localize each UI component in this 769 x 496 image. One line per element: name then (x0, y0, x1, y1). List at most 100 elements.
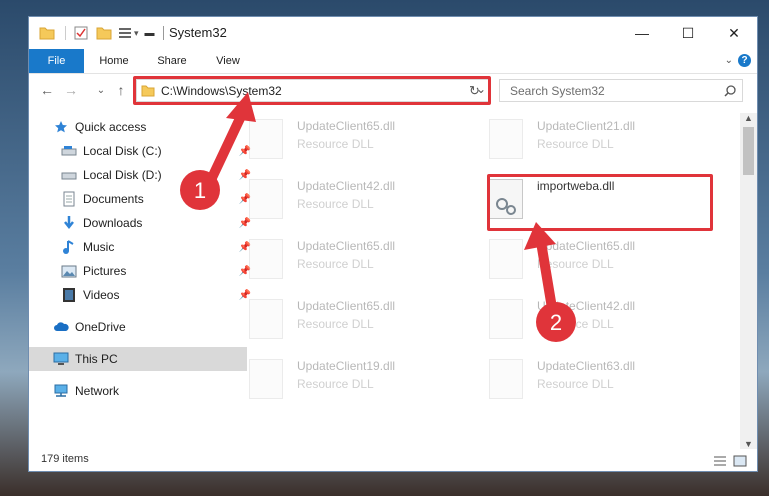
sidebar-item-videos[interactable]: Videos 📌 (29, 283, 255, 307)
dll-file-icon (249, 239, 283, 279)
title-bar: ▾ ▬ System32 — ☐ ✕ (29, 17, 757, 49)
file-item[interactable]: UpdateClient65.dll Resource DLL (489, 235, 709, 287)
file-item[interactable]: UpdateClient65.dll Resource DLL (249, 295, 469, 347)
sidebar-item-local-disk-d[interactable]: Local Disk (D:) 📌 (29, 163, 255, 187)
file-type: Resource DLL (537, 257, 614, 271)
details-view-icon[interactable] (713, 455, 727, 467)
quick-access-toolbar: ▾ ▬ (39, 24, 164, 42)
divider (162, 26, 164, 40)
cloud-icon (53, 319, 69, 335)
scroll-up-icon[interactable]: ▲ (744, 113, 753, 123)
file-list: UpdateClient65.dll Resource DLL UpdateCl… (249, 113, 739, 443)
file-item[interactable]: UpdateClient65.dll Resource DLL (249, 235, 469, 287)
star-icon (53, 119, 69, 135)
customize-qa-icon[interactable]: ▬ (145, 28, 155, 39)
sidebar-item-music[interactable]: Music 📌 (29, 235, 255, 259)
sidebar-item-label: Network (75, 384, 120, 398)
sidebar-item-label: Local Disk (C:) (83, 144, 162, 158)
file-name: UpdateClient42.dll (537, 299, 636, 313)
sidebar-item-label: Music (83, 240, 115, 254)
divider (55, 26, 66, 40)
ribbon-tabs: File Home Share View ⌄ ? (29, 49, 757, 74)
vertical-scrollbar[interactable]: ▲ ▼ (740, 113, 757, 449)
expand-ribbon-icon[interactable]: ⌄ (725, 55, 733, 66)
file-name: UpdateClient42.dll (297, 179, 396, 193)
computer-icon (53, 351, 69, 367)
file-name: UpdateClient21.dll (537, 119, 636, 133)
sidebar-item-onedrive[interactable]: OneDrive (29, 315, 247, 339)
pictures-icon (61, 263, 77, 279)
file-type: Resource DLL (537, 137, 614, 151)
forward-button[interactable]: → (61, 80, 81, 100)
file-type: Resource DLL (297, 257, 374, 271)
dll-file-icon (489, 239, 523, 279)
dll-file-icon (489, 299, 523, 339)
file-name: UpdateClient65.dll (297, 299, 396, 313)
network-icon (53, 383, 69, 399)
dll-file-icon (249, 119, 283, 159)
scroll-down-icon[interactable]: ▼ (744, 439, 753, 449)
file-item[interactable]: UpdateClient42.dll Resource DLL (249, 175, 469, 227)
search-icon[interactable] (724, 85, 736, 97)
file-highlight (487, 174, 713, 231)
sidebar-item-label: Downloads (83, 216, 143, 230)
sidebar-item-label: Local Disk (D:) (83, 168, 162, 182)
file-item[interactable]: UpdateClient63.dll Resource DLL (489, 355, 709, 407)
sidebar-item-this-pc[interactable]: This PC (29, 347, 247, 371)
properties-icon[interactable] (74, 26, 88, 40)
file-name: UpdateClient65.dll (297, 119, 396, 133)
sidebar-item-documents[interactable]: Documents 📌 (29, 187, 255, 211)
tab-share[interactable]: Share (149, 49, 195, 73)
sidebar-item-network[interactable]: Network (29, 379, 247, 403)
sidebar-item-label: OneDrive (75, 320, 126, 334)
item-count: 179 items (41, 453, 89, 465)
dll-file-icon (249, 299, 283, 339)
folder-icon[interactable] (39, 26, 55, 40)
drive-icon (61, 143, 77, 159)
file-item[interactable]: UpdateClient19.dll Resource DLL (249, 355, 469, 407)
status-bar: 179 items (29, 449, 757, 471)
dll-file-icon (249, 359, 283, 399)
tab-file[interactable]: File (29, 49, 84, 73)
file-name: UpdateClient19.dll (297, 359, 396, 373)
maximize-button[interactable]: ☐ (665, 17, 711, 49)
sidebar-item-label: This PC (75, 352, 118, 366)
tab-view[interactable]: View (205, 49, 251, 73)
file-type: Resource DLL (297, 137, 374, 151)
search-box[interactable]: Search System32 (499, 79, 743, 102)
tab-home[interactable]: Home (91, 49, 137, 73)
dll-file-icon (249, 179, 283, 219)
sidebar-item-quick-access[interactable]: Quick access (29, 115, 247, 139)
sidebar-item-label: Quick access (75, 120, 147, 134)
view-options-icon[interactable] (118, 26, 132, 40)
file-type: Resource DLL (297, 197, 374, 211)
scroll-thumb[interactable] (743, 127, 754, 175)
sidebar-item-local-disk-c[interactable]: Local Disk (C:) 📌 (29, 139, 255, 163)
explorer-window: ▾ ▬ System32 — ☐ ✕ File Home Share View … (28, 16, 758, 472)
file-name: UpdateClient65.dll (297, 239, 396, 253)
file-type: Resource DLL (297, 377, 374, 391)
qa-dropdown-icon[interactable]: ▾ (134, 28, 139, 39)
help-icon[interactable]: ? (738, 54, 751, 67)
sidebar-item-label: Documents (83, 192, 144, 206)
sidebar-item-downloads[interactable]: Downloads 📌 (29, 211, 255, 235)
file-item[interactable]: UpdateClient21.dll Resource DLL (489, 115, 709, 167)
navigation-pane: Quick access Local Disk (C:) 📌 Local Dis… (29, 113, 251, 433)
dll-file-icon (489, 359, 523, 399)
file-type: Resource DLL (297, 317, 374, 331)
file-type: Resource DLL (537, 377, 614, 391)
window-title: System32 (169, 25, 227, 40)
file-item[interactable]: UpdateClient42.dll Resource DLL (489, 295, 709, 347)
close-button[interactable]: ✕ (711, 17, 757, 49)
sidebar-item-label: Videos (83, 288, 120, 302)
file-item[interactable]: UpdateClient65.dll Resource DLL (249, 115, 469, 167)
drive-icon (61, 167, 77, 183)
sidebar-item-pictures[interactable]: Pictures 📌 (29, 259, 255, 283)
up-button[interactable]: ↑ (111, 80, 131, 100)
minimize-button[interactable]: — (619, 17, 665, 49)
recent-locations-button[interactable]: ⌄ (91, 80, 111, 100)
new-folder-icon[interactable] (96, 26, 112, 40)
large-icons-view-icon[interactable] (733, 455, 747, 467)
search-input[interactable]: Search System32 (510, 84, 605, 98)
back-button[interactable]: ← (37, 80, 57, 100)
